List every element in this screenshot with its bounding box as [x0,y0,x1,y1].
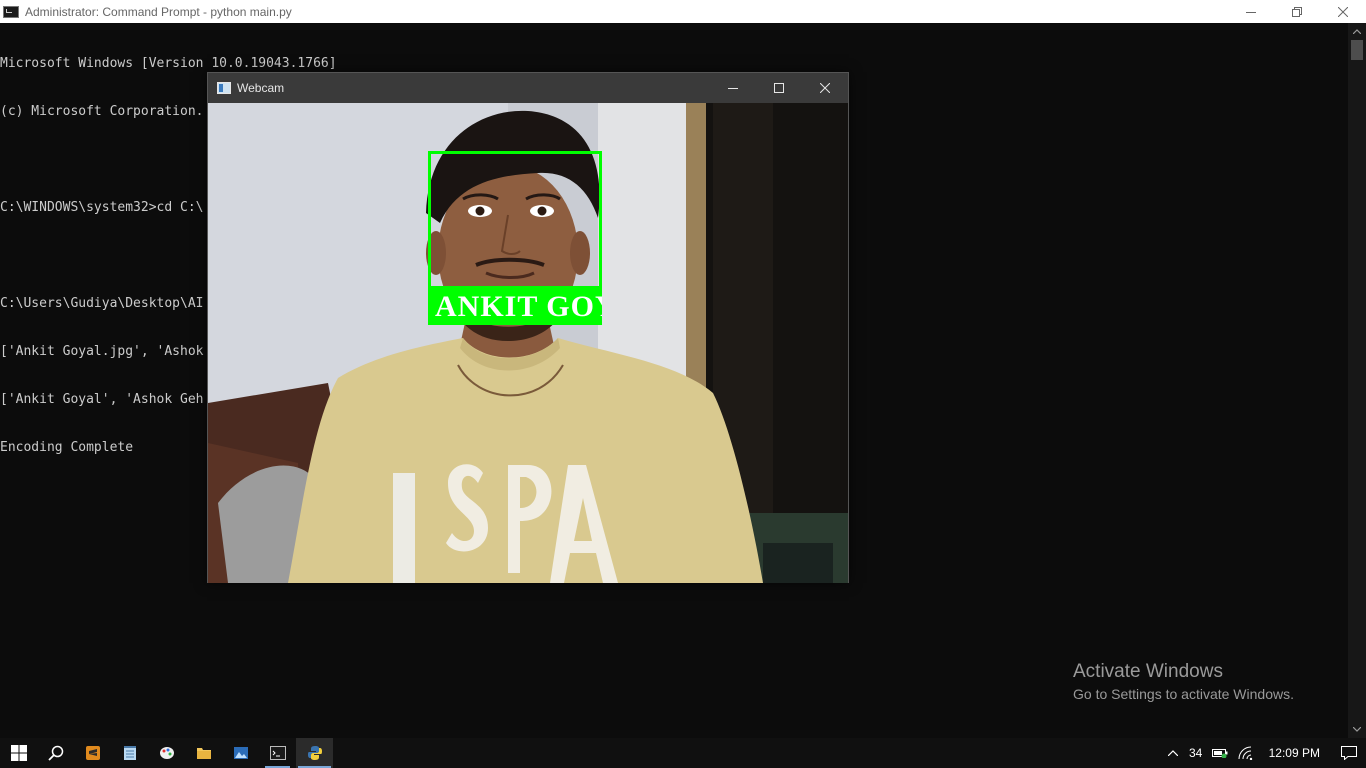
cmd-titlebar[interactable]: Administrator: Command Prompt - python m… [0,0,1366,23]
taskbar-file-explorer[interactable] [185,738,222,768]
restore-icon [1292,6,1302,17]
close-icon [820,83,830,93]
cmd-restore-button[interactable] [1274,0,1320,23]
windows-start-icon [10,745,27,761]
show-hidden-icons-button[interactable] [1161,738,1185,768]
taskbar-clock[interactable]: 12:09 PM [1259,738,1332,768]
scroll-up-arrow[interactable] [1348,23,1366,40]
system-tray: 34 12:09 PM [1161,738,1366,768]
chevron-up-icon [1353,29,1361,34]
search-button[interactable] [37,738,74,768]
minimize-icon [1246,11,1256,13]
detected-name-text: ANKIT GOYAL [435,290,602,323]
taskbar-sublime-text[interactable] [74,738,111,768]
weather-temperature[interactable]: 34 [1185,738,1207,768]
taskbar-notepad[interactable] [111,738,148,768]
activate-windows-watermark: Activate Windows Go to Settings to activ… [1073,660,1294,704]
folder-icon [196,748,211,759]
taskbar-python[interactable] [296,738,333,768]
webcam-window-title: Webcam [237,81,285,95]
minimize-icon [728,88,738,89]
sublime-text-icon [85,746,100,760]
command-prompt-icon [3,5,19,18]
notepad-icon [123,746,136,760]
webcam-close-button[interactable] [802,73,848,103]
start-button[interactable] [0,738,37,768]
chevron-up-icon [1167,750,1178,756]
console-line: Microsoft Windows [Version 10.0.19043.17… [0,56,337,71]
photos-icon [233,747,248,759]
taskbar-command-prompt[interactable] [259,738,296,768]
search-icon [47,745,63,761]
watermark-subtitle: Go to Settings to activate Windows. [1073,686,1294,702]
taskbar-photos[interactable] [222,738,259,768]
notification-icon [1341,746,1357,760]
cmd-window-title: Administrator: Command Prompt - python m… [25,4,292,19]
battery-icon [1211,749,1228,758]
close-icon [1338,6,1348,17]
taskbar: 34 12:09 PM [0,738,1366,768]
face-name-label: ANKIT GOYAL [428,289,602,325]
scroll-thumb[interactable] [1351,40,1363,60]
webcam-minimize-button[interactable] [710,73,756,103]
taskbar-paint[interactable] [148,738,185,768]
window-app-icon [217,82,231,94]
scroll-down-arrow[interactable] [1348,721,1366,738]
watermark-title: Activate Windows [1073,661,1223,682]
cmd-close-button[interactable] [1320,0,1366,23]
action-center-button[interactable] [1332,738,1366,768]
network-button[interactable] [1233,738,1259,768]
command-prompt-icon [269,746,286,760]
webcam-titlebar[interactable]: Webcam [208,73,848,103]
battery-button[interactable] [1207,738,1233,768]
wifi-icon [1238,746,1252,760]
webcam-video-feed: ANKIT GOYAL [208,103,848,583]
webcam-maximize-button[interactable] [756,73,802,103]
maximize-icon [774,83,784,93]
paint-icon [159,747,174,759]
webcam-window[interactable]: Webcam ANKIT GO [207,72,849,583]
chevron-down-icon [1353,727,1361,732]
face-detection-box [428,151,602,289]
console-scrollbar[interactable] [1348,23,1366,738]
python-icon [307,746,322,760]
cmd-minimize-button[interactable] [1228,0,1274,23]
